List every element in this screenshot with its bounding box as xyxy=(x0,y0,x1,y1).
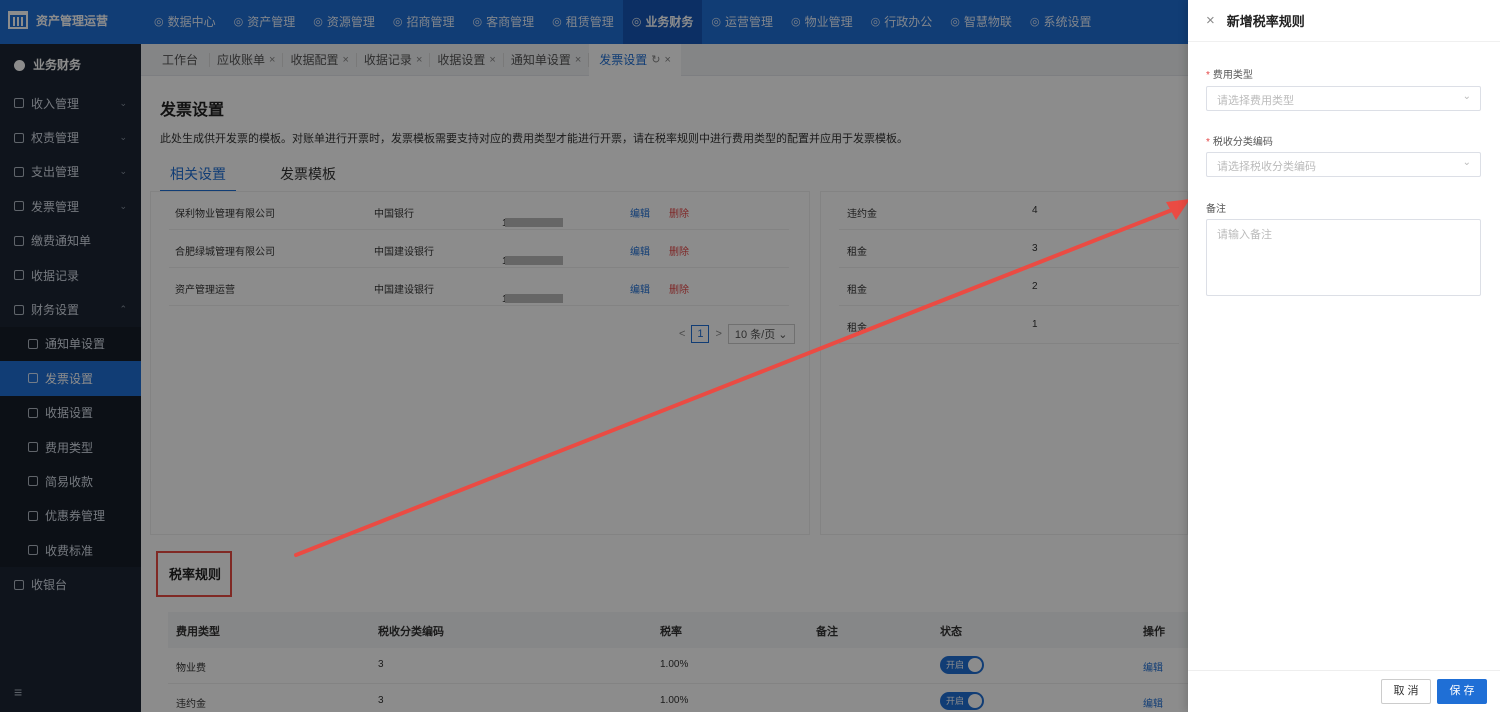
add-tax-rule-drawer: × 新增税率规则 * 费用类型 请选择费用类型 ⌄ * 税收分类编码 请选择税收分类编… xyxy=(1188,0,1500,712)
drawer-title: 新增税率规则 xyxy=(1226,14,1305,29)
tax-code-label-text: 税收分类编码 xyxy=(1212,137,1273,148)
tax-code-placeholder: 请选择税收分类编码 xyxy=(1217,161,1316,173)
tax-code-select[interactable]: 请选择税收分类编码 ⌄ xyxy=(1206,152,1481,177)
remark-label: 备注 xyxy=(1206,204,1226,215)
required-mark: * xyxy=(1206,137,1210,148)
chevron-down-icon: ⌄ xyxy=(1462,91,1471,102)
drawer-header: × 新增税率规则 xyxy=(1188,0,1500,42)
required-mark: * xyxy=(1206,70,1210,81)
fee-type-label-text: 费用类型 xyxy=(1212,70,1253,81)
save-button[interactable]: 保 存 xyxy=(1437,679,1487,704)
fee-type-placeholder: 请选择费用类型 xyxy=(1217,95,1294,107)
fee-type-label: * 费用类型 xyxy=(1206,66,1253,81)
tax-code-label: * 税收分类编码 xyxy=(1206,133,1273,148)
modal-overlay[interactable] xyxy=(0,0,1188,712)
drawer-footer: 取 消 保 存 xyxy=(1188,670,1500,712)
remark-textarea[interactable]: 请输入备注 xyxy=(1206,219,1481,296)
chevron-down-icon: ⌄ xyxy=(1462,157,1471,168)
fee-type-select[interactable]: 请选择费用类型 ⌄ xyxy=(1206,86,1481,111)
close-icon[interactable]: × xyxy=(1206,12,1215,29)
cancel-button[interactable]: 取 消 xyxy=(1381,679,1431,704)
